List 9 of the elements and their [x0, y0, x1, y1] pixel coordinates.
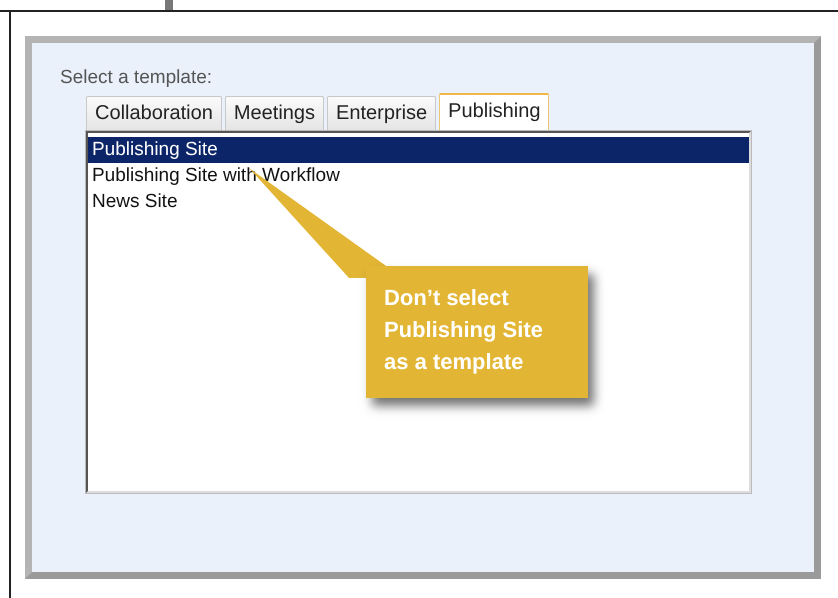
tab[interactable]: Collaboration — [86, 96, 222, 131]
list-item[interactable]: News Site — [88, 189, 749, 215]
tab[interactable]: Meetings — [224, 96, 324, 131]
callout: Don’t select Publishing Site as a template — [366, 266, 588, 398]
template-label: Select a template: — [60, 67, 214, 89]
tab[interactable]: Publishing — [439, 93, 550, 131]
list-item[interactable]: Publishing Site — [88, 137, 749, 163]
tab[interactable]: Enterprise — [327, 96, 436, 131]
list-item[interactable]: Publishing Site with Workflow — [88, 163, 749, 189]
